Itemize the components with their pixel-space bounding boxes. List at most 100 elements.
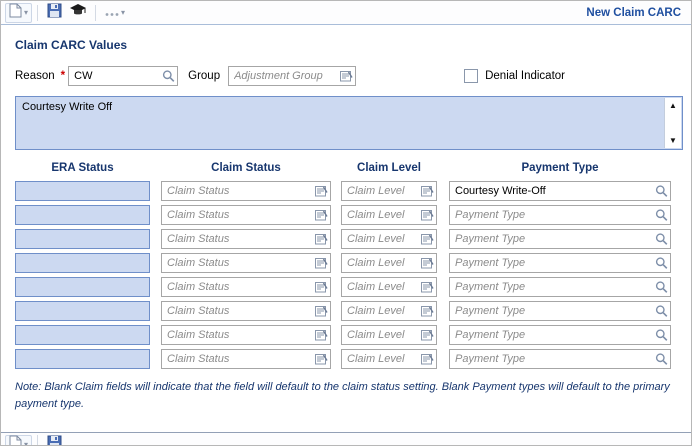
- list-picker-icon[interactable]: [421, 233, 434, 245]
- payment-type-field[interactable]: [449, 325, 671, 345]
- list-picker-icon[interactable]: [421, 209, 434, 221]
- group-field-wrapper: [228, 66, 357, 86]
- payment-type-field[interactable]: [449, 277, 671, 297]
- list-picker-icon[interactable]: [315, 305, 328, 317]
- claim-level-wrapper: [341, 205, 437, 225]
- claim-status-field[interactable]: [161, 301, 331, 321]
- era-status-wrapper: [15, 349, 150, 369]
- claim-status-wrapper: [161, 181, 331, 201]
- new-document-icon: [9, 435, 22, 445]
- required-marker: *: [60, 70, 66, 82]
- reason-field-wrapper: [68, 66, 179, 86]
- search-icon[interactable]: [655, 353, 668, 366]
- chevron-down-icon[interactable]: ▾: [24, 8, 28, 17]
- era-status-wrapper: [15, 325, 150, 345]
- payment-type-wrapper: [449, 205, 671, 225]
- table-row: [15, 229, 681, 249]
- save-icon: [47, 3, 62, 23]
- list-picker-icon[interactable]: [421, 305, 434, 317]
- era-status-field[interactable]: [15, 325, 150, 345]
- claim-carc-window: ▾ ▾ New Claim CARC Claim CARC Values Rea…: [0, 0, 692, 446]
- column-header-claim-status: Claim Status: [211, 162, 281, 174]
- search-icon[interactable]: [655, 209, 668, 222]
- new-button[interactable]: ▾: [5, 435, 33, 446]
- new-document-icon: [9, 3, 22, 23]
- payment-type-field[interactable]: [449, 301, 671, 321]
- claim-status-wrapper: [161, 349, 331, 369]
- top-toolbar: ▾ ▾ New Claim CARC: [1, 1, 691, 25]
- chevron-down-icon[interactable]: ▾: [24, 441, 28, 446]
- era-status-field[interactable]: [15, 301, 150, 321]
- column-header-claim-level: Claim Level: [357, 162, 421, 174]
- denial-indicator-checkbox[interactable]: [464, 69, 479, 83]
- list-picker-icon[interactable]: [421, 329, 434, 341]
- claim-status-field[interactable]: [161, 277, 331, 297]
- graduation-cap-button[interactable]: [66, 3, 90, 23]
- payment-type-field[interactable]: [449, 253, 671, 273]
- list-picker-icon[interactable]: [315, 209, 328, 221]
- list-picker-icon[interactable]: [315, 353, 328, 365]
- claim-status-field[interactable]: [161, 181, 331, 201]
- claim-status-field[interactable]: [161, 325, 331, 345]
- era-status-wrapper: [15, 277, 150, 297]
- scroll-up-button[interactable]: ▲: [665, 98, 681, 113]
- era-status-wrapper: [15, 229, 150, 249]
- group-input[interactable]: [228, 66, 357, 86]
- save-button[interactable]: [43, 435, 66, 445]
- group-label: Group: [188, 70, 221, 82]
- search-icon[interactable]: [655, 257, 668, 270]
- toolbar-separator: [37, 4, 39, 21]
- scrollbar[interactable]: ▲ ▼: [664, 98, 681, 148]
- payment-type-field[interactable]: [449, 229, 671, 249]
- scroll-down-button[interactable]: ▼: [665, 133, 681, 148]
- list-picker-icon[interactable]: [421, 185, 434, 197]
- list-picker-icon[interactable]: [421, 281, 434, 293]
- list-picker-icon[interactable]: [315, 281, 328, 293]
- claim-status-field[interactable]: [161, 229, 331, 249]
- claim-status-wrapper: [161, 205, 331, 225]
- claim-level-wrapper: [341, 277, 437, 297]
- table-row: [15, 181, 681, 201]
- payment-type-wrapper: [449, 325, 671, 345]
- new-button[interactable]: ▾: [5, 2, 33, 23]
- payment-type-field[interactable]: [449, 181, 671, 201]
- list-picker-icon[interactable]: [421, 353, 434, 365]
- payment-type-wrapper: [449, 253, 671, 273]
- list-picker-icon[interactable]: [340, 70, 353, 82]
- payment-type-wrapper: [449, 181, 671, 201]
- claim-status-wrapper: [161, 277, 331, 297]
- search-icon[interactable]: [655, 305, 668, 318]
- claim-status-field[interactable]: [161, 205, 331, 225]
- search-icon[interactable]: [162, 70, 175, 83]
- claim-status-field[interactable]: [161, 253, 331, 273]
- claim-status-field[interactable]: [161, 349, 331, 369]
- list-picker-icon[interactable]: [315, 329, 328, 341]
- search-icon[interactable]: [655, 281, 668, 294]
- list-picker-icon[interactable]: [315, 233, 328, 245]
- search-icon[interactable]: [655, 233, 668, 246]
- era-status-field[interactable]: [15, 349, 150, 369]
- era-status-field[interactable]: [15, 181, 150, 201]
- triangle-down-icon: ▼: [669, 135, 677, 145]
- list-picker-icon[interactable]: [315, 257, 328, 269]
- payment-type-field[interactable]: [449, 205, 671, 225]
- era-status-wrapper: [15, 205, 150, 225]
- table-row: [15, 253, 681, 273]
- search-icon[interactable]: [655, 185, 668, 198]
- save-button[interactable]: [43, 3, 66, 23]
- era-status-field[interactable]: [15, 277, 150, 297]
- note-text: Note: Blank Claim fields will indicate t…: [15, 381, 670, 410]
- page-title: Claim CARC Values: [15, 38, 128, 52]
- list-picker-icon[interactable]: [315, 185, 328, 197]
- claim-level-wrapper: [341, 301, 437, 321]
- payment-type-field[interactable]: [449, 349, 671, 369]
- era-status-wrapper: [15, 181, 150, 201]
- era-status-field[interactable]: [15, 229, 150, 249]
- claim-status-wrapper: [161, 325, 331, 345]
- more-options-button[interactable]: ▾: [101, 3, 129, 23]
- list-picker-icon[interactable]: [421, 257, 434, 269]
- era-status-field[interactable]: [15, 253, 150, 273]
- search-icon[interactable]: [655, 329, 668, 342]
- table-row: [15, 277, 681, 297]
- era-status-field[interactable]: [15, 205, 150, 225]
